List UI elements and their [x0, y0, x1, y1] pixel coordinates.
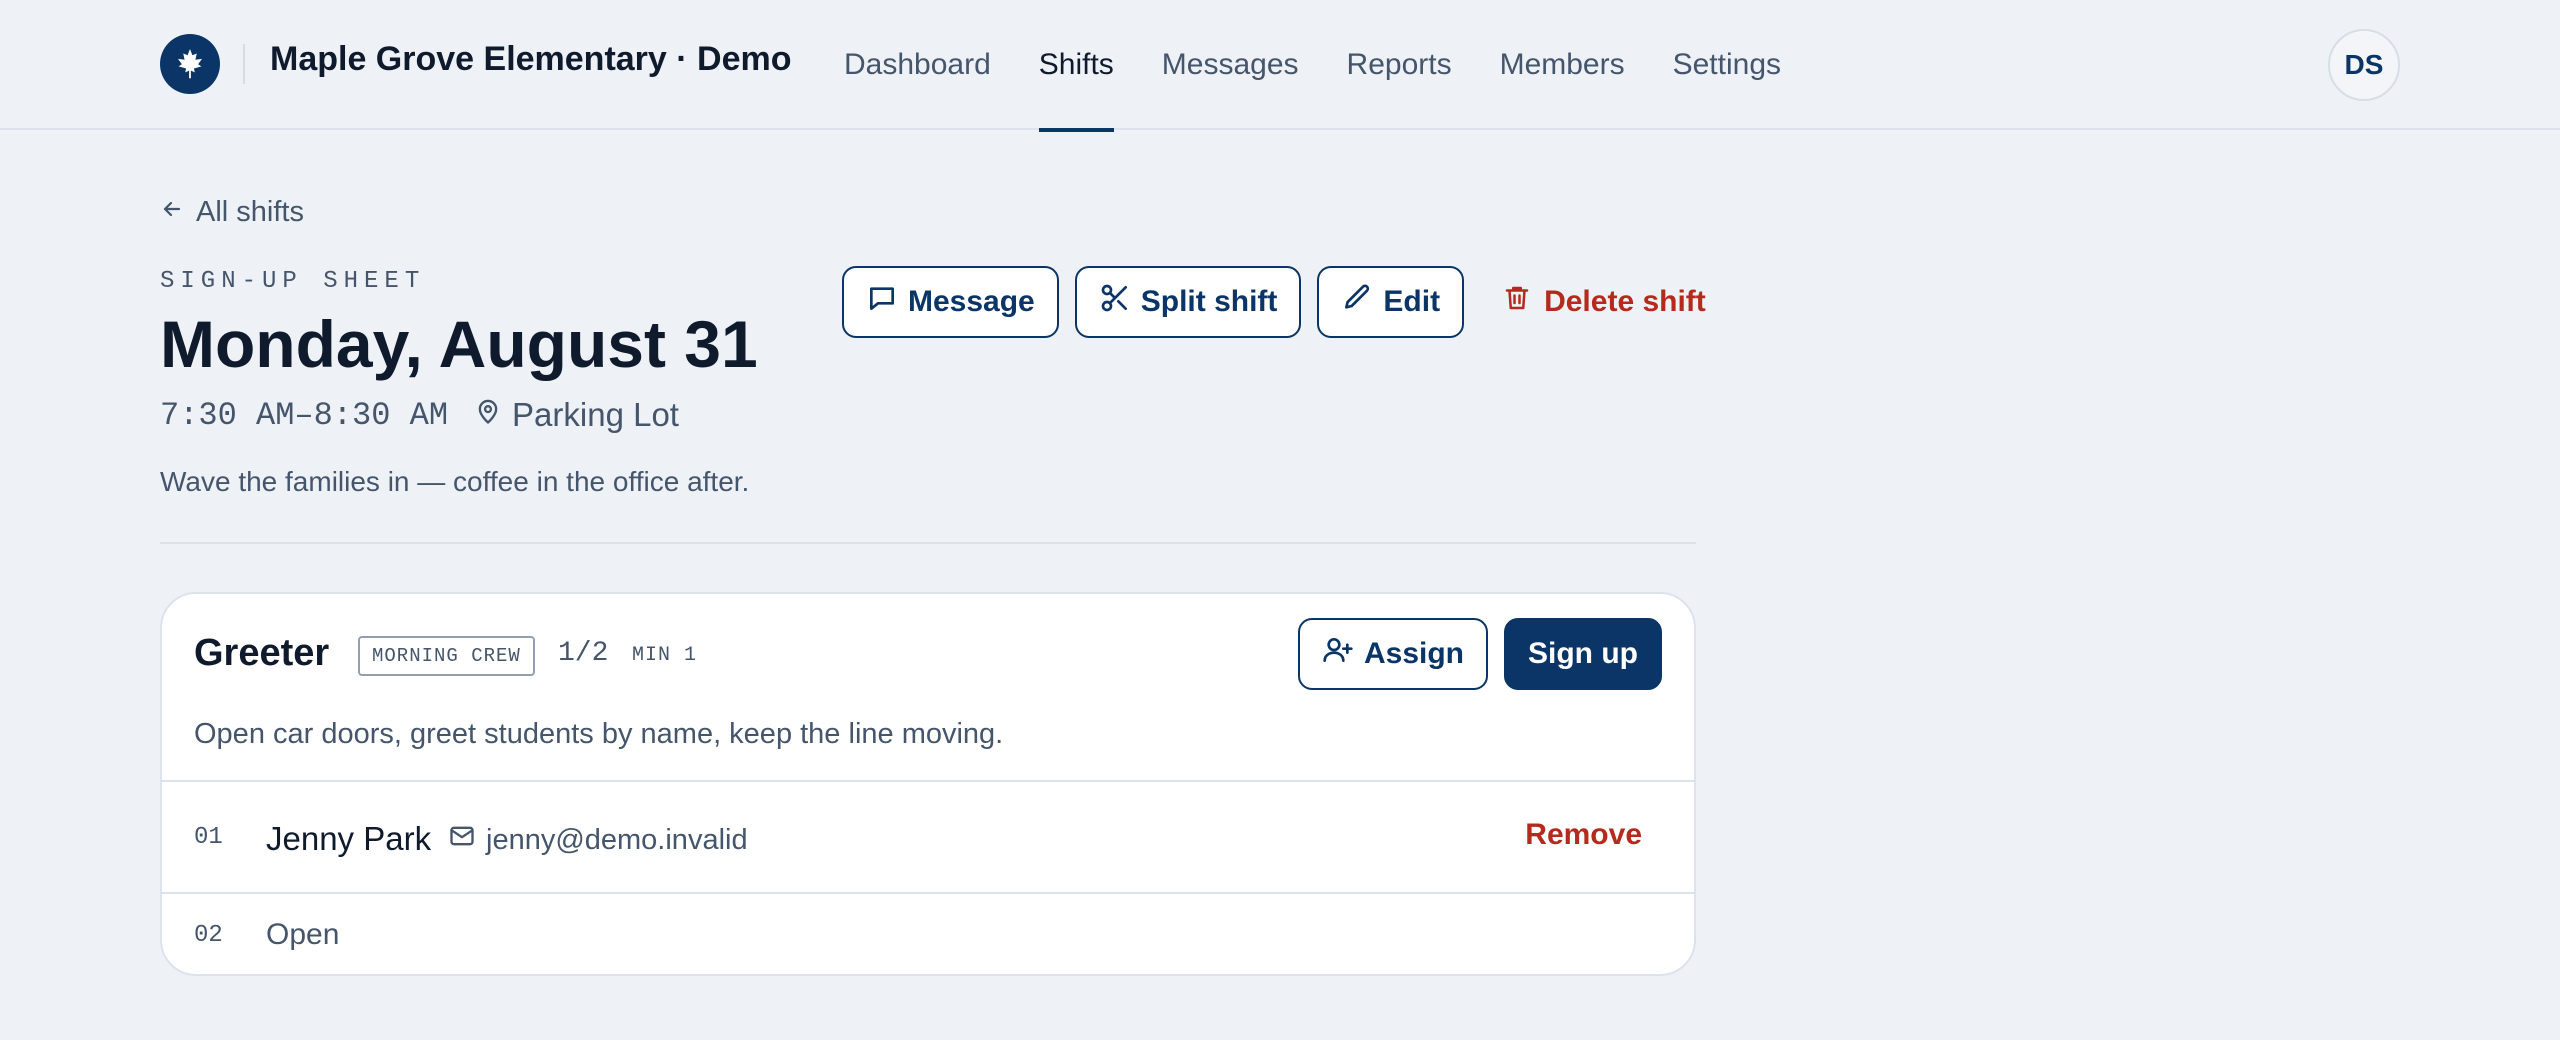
arrow-left-icon	[160, 196, 196, 229]
role-actions: Assign Sign up	[1297, 618, 1662, 690]
edit-button-label: Edit	[1383, 285, 1441, 318]
nav-dashboard[interactable]: Dashboard	[844, 0, 991, 130]
shift-meta: 7:30 AM–8:30 AM Parking Lot	[160, 396, 679, 434]
nav-shifts[interactable]: Shifts	[1038, 0, 1114, 132]
assign-button[interactable]: Assign	[1297, 618, 1489, 690]
nav-messages[interactable]: Messages	[1162, 0, 1299, 130]
pencil-icon	[1341, 282, 1383, 322]
role-card: Greeter MORNING CREW 1/2 MIN 1 Assign Si…	[160, 592, 1696, 976]
volunteer-name: Jenny Park	[266, 820, 432, 857]
trash-icon	[1502, 283, 1544, 321]
shift-time: 7:30 AM–8:30 AM	[160, 396, 449, 434]
split-shift-button-label: Split shift	[1140, 285, 1278, 318]
volunteer-email[interactable]: jenny@demo.invalid	[448, 822, 748, 858]
user-avatar[interactable]: DS	[2328, 29, 2400, 101]
message-button-label: Message	[908, 285, 1035, 318]
page-title: Monday, August 31	[160, 307, 758, 381]
main-nav: Dashboard Shifts Messages Reports Member…	[844, 0, 1829, 132]
role-minimum: MIN 1	[632, 644, 698, 667]
edit-button[interactable]: Edit	[1317, 266, 1465, 338]
nav-settings[interactable]: Settings	[1673, 0, 1781, 130]
back-link-label: All shifts	[196, 196, 304, 228]
back-to-all-shifts-link[interactable]: All shifts	[160, 196, 304, 229]
split-shift-button[interactable]: Split shift	[1074, 266, 1302, 338]
slot-open-status: Open	[266, 918, 340, 951]
top-bar: Maple Grove Elementary · Demo Dashboard …	[0, 0, 2560, 132]
shift-location: Parking Lot	[474, 396, 679, 434]
role-filled-count: 1/2	[558, 638, 609, 669]
role-name: Greeter	[194, 632, 330, 674]
slot-number: 01	[194, 824, 223, 851]
slot-row: 02 Open	[162, 892, 1694, 974]
page-eyebrow: SIGN-UP SHEET	[160, 268, 426, 295]
slot-row: 01 Jenny Park jenny@demo.invalid Remove	[162, 780, 1694, 892]
delete-shift-button-label: Delete shift	[1544, 285, 1706, 318]
role-description: Open car doors, greet students by name, …	[194, 718, 1004, 750]
org-name[interactable]: Maple Grove Elementary · Demo	[270, 40, 792, 79]
message-square-icon	[866, 282, 908, 322]
shift-actions: Message Split shift Edit Delete shift	[842, 266, 1728, 338]
nav-members[interactable]: Members	[1500, 0, 1625, 130]
user-plus-icon	[1322, 634, 1364, 674]
sign-up-button[interactable]: Sign up	[1504, 618, 1662, 690]
remove-volunteer-button[interactable]: Remove	[1525, 818, 1642, 852]
assign-button-label: Assign	[1363, 637, 1465, 670]
section-divider	[160, 542, 1696, 544]
delete-shift-button[interactable]: Delete shift	[1480, 266, 1728, 338]
mail-icon	[448, 822, 486, 858]
shift-location-label: Parking Lot	[512, 396, 679, 433]
shift-description: Wave the families in — coffee in the off…	[160, 466, 750, 497]
scissors-icon	[1099, 282, 1141, 322]
message-button[interactable]: Message	[842, 266, 1059, 338]
nav-reports[interactable]: Reports	[1347, 0, 1452, 130]
role-tag: MORNING CREW	[358, 636, 535, 676]
volunteer-email-label: jenny@demo.invalid	[486, 823, 748, 856]
brand-divider	[243, 44, 245, 84]
slot-number: 02	[194, 922, 223, 949]
maple-leaf-icon[interactable]	[160, 34, 220, 94]
map-pin-icon	[474, 396, 512, 434]
